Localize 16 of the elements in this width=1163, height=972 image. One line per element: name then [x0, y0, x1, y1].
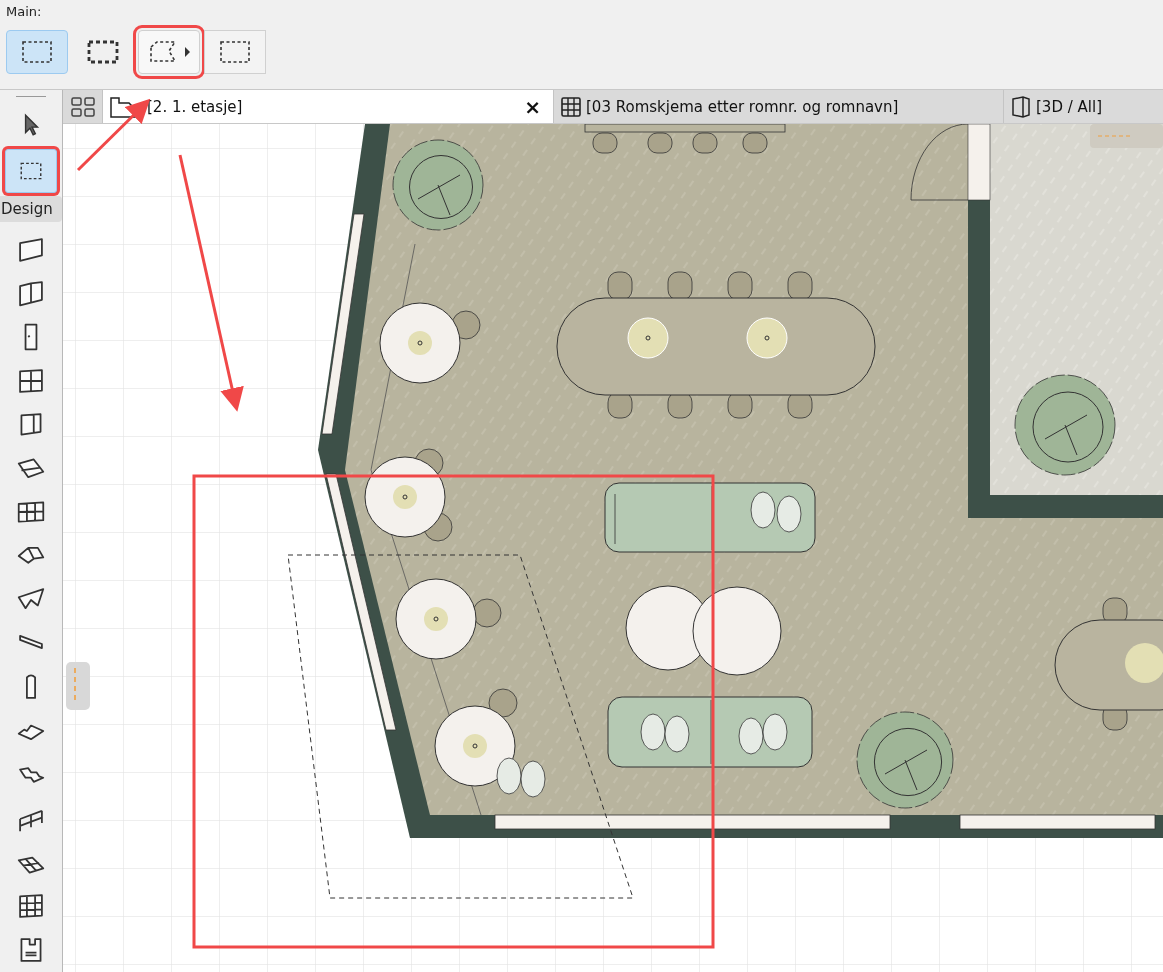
grid-view-icon: [69, 95, 96, 118]
panel-handle[interactable]: [66, 662, 90, 710]
toolbar-label: Main:: [6, 4, 43, 21]
marquee-icon: [219, 39, 251, 65]
marquee-icon: [21, 39, 53, 65]
tab-label: [03 Romskjema etter romnr. og romnavn]: [586, 97, 899, 116]
tab-label: [2. 1. etasje]: [147, 97, 243, 116]
box-3d-icon: [1010, 95, 1032, 118]
close-button[interactable]: ×: [518, 94, 547, 119]
marquee-icon: [87, 39, 119, 65]
section-label: Design: [0, 195, 62, 222]
table-icon: [560, 95, 582, 118]
marquee-button[interactable]: [204, 30, 266, 74]
marquee-button[interactable]: [6, 30, 68, 74]
tab-label: [3D / All]: [1036, 97, 1102, 116]
view-tab[interactable]: [2. 1. etasje] ×: [102, 90, 553, 123]
